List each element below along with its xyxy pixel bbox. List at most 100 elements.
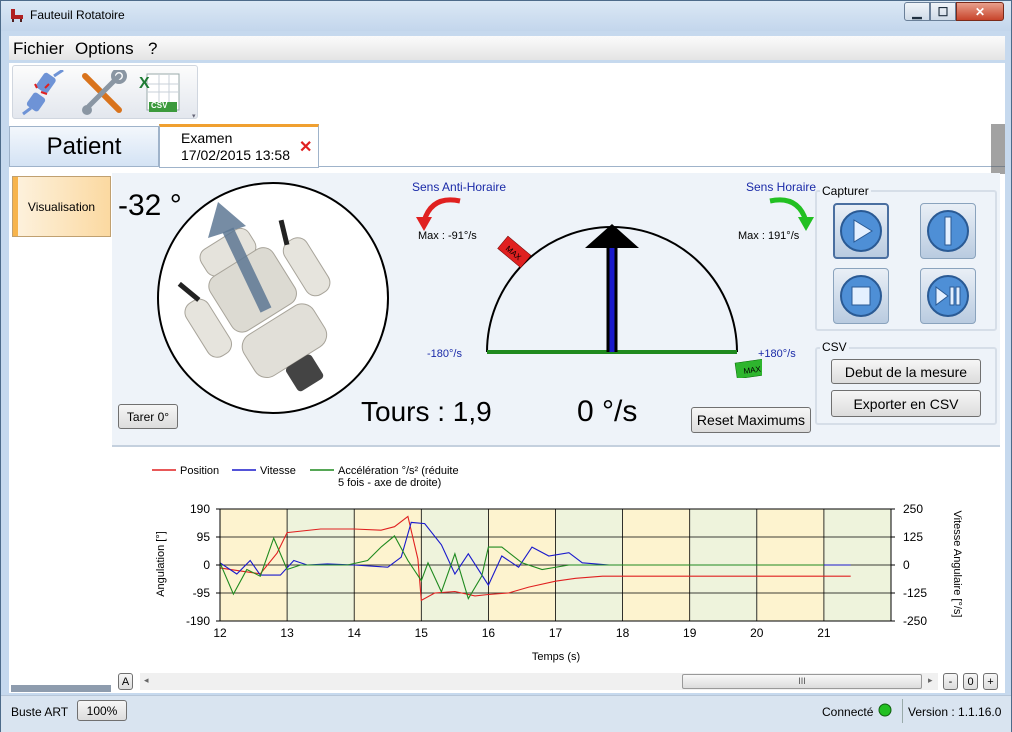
menu-help[interactable]: ? <box>148 39 157 59</box>
marker-button[interactable] <box>920 203 976 259</box>
marker-icon <box>927 210 969 252</box>
x-axis-label: Temps (s) <box>532 651 580 663</box>
ccw-label: Sens Anti-Horaire <box>412 180 507 194</box>
menu-bar: Fichier Options ? <box>9 36 1005 60</box>
tare-button[interactable]: Tarer 0° <box>118 404 178 429</box>
left-scale-label: -180°/s <box>427 348 462 360</box>
scroll-left-icon[interactable]: ◂ <box>144 675 149 686</box>
x-tick-label: 15 <box>415 626 429 640</box>
x-tick-label: 19 <box>683 626 697 640</box>
sidebar <box>9 168 112 693</box>
speed-readout: 0 °/s <box>577 395 638 428</box>
y-tick-label: -95 <box>193 586 211 600</box>
connection-led-icon <box>878 703 892 717</box>
speed-gauge: MAX MAX <box>486 224 762 378</box>
y2-tick-label: 250 <box>903 502 923 516</box>
x-tick-label: 13 <box>280 626 294 640</box>
y2-tick-label: -250 <box>903 614 927 628</box>
export-csv-button[interactable]: Exporter en CSV <box>831 390 981 417</box>
status-separator <box>902 699 903 723</box>
close-button[interactable]: ✕ <box>956 2 1004 21</box>
tab-examen[interactable]: Examen 17/02/2015 13:58 ✕ <box>159 124 319 168</box>
right-scale-label: +180°/s <box>758 348 796 360</box>
status-device-label: Buste ART <box>11 705 69 719</box>
chart-panel: Position Vitesse Accélération °/s² (rédu… <box>118 450 998 670</box>
zoom-reset-button[interactable]: 0 <box>963 673 978 690</box>
capture-group-label: Capturer <box>820 184 871 198</box>
connect-plug-icon[interactable] <box>21 70 67 116</box>
app-chair-icon <box>11 9 23 22</box>
x-tick-label: 18 <box>616 626 630 640</box>
sidebar-scrollbar[interactable] <box>11 685 111 692</box>
tools-icon[interactable] <box>79 70 127 118</box>
play-pause-icon <box>927 275 969 317</box>
csv-badge: CSV <box>151 101 168 110</box>
toolstrip-overflow-icon[interactable]: ▾ <box>192 112 196 120</box>
chart-legend: Position Vitesse Accélération °/s² (rédu… <box>152 465 459 489</box>
legend-vitesse: Vitesse <box>260 465 296 477</box>
capture-group: Capturer <box>815 184 997 331</box>
y-axis-label: Angulation [°] <box>155 531 167 597</box>
svg-text:X: X <box>139 75 150 92</box>
y2-axis-label: Vitesse Angulaire [°/s] <box>951 511 963 618</box>
cw-arrow-icon <box>769 197 814 231</box>
start-measure-button[interactable]: Debut de la mesure <box>831 359 981 384</box>
tab-close-icon[interactable]: ✕ <box>299 139 312 156</box>
chart-autoscale-button[interactable]: A <box>118 673 133 690</box>
x-tick-label: 20 <box>750 626 764 640</box>
y2-tick-label: -125 <box>903 586 927 600</box>
menu-fichier[interactable]: Fichier <box>13 39 64 59</box>
panel-divider <box>112 445 1000 447</box>
sidebar-item-visualisation[interactable]: Visualisation <box>12 176 111 237</box>
y-tick-label: 0 <box>203 558 210 572</box>
cw-label: Sens Horaire <box>746 180 817 194</box>
time-chart: Position Vitesse Accélération °/s² (rédu… <box>152 465 963 663</box>
zoom-level-button[interactable]: 100% <box>77 700 127 721</box>
status-bar: Buste ART 100% Connecté Version : 1.1.16… <box>1 695 1011 732</box>
menu-options[interactable]: Options <box>75 39 134 59</box>
play-pause-button[interactable] <box>920 268 976 324</box>
x-tick-label: 14 <box>348 626 362 640</box>
chair-position-view <box>157 182 389 414</box>
csv-group-label: CSV <box>820 340 849 354</box>
maximize-button[interactable]: ☐ <box>930 2 956 21</box>
minimize-button[interactable]: ▁ <box>904 2 930 21</box>
zoom-in-button[interactable]: + <box>983 673 998 690</box>
play-icon <box>840 210 882 252</box>
legend-acceleration: Accélération °/s² (réduite <box>338 465 459 477</box>
stop-icon <box>840 275 882 317</box>
chart-scrollbar[interactable]: ◂ III ▸ <box>140 673 938 690</box>
app-window: Fauteuil Rotatoire ▁ ☐ ✕ Fichier Options… <box>0 0 1012 732</box>
stop-button[interactable] <box>833 268 889 324</box>
legend-acceleration-line2: 5 fois - axe de droite) <box>338 477 441 489</box>
toolstrip: X CSV ▾ <box>12 65 198 120</box>
zoom-out-button[interactable]: - <box>943 673 958 690</box>
connection-label: Connecté <box>822 705 874 719</box>
version-label: Version : 1.1.16.0 <box>908 705 1002 719</box>
scroll-thumb[interactable]: III <box>682 674 922 689</box>
y2-tick-label: 0 <box>903 558 910 572</box>
x-tick-label: 21 <box>817 626 831 640</box>
csv-group: CSV Debut de la mesure Exporter en CSV <box>815 340 997 425</box>
tab-examen-title: Examen <box>181 130 233 146</box>
tab-strip-border <box>319 166 1005 167</box>
cw-max-marker: MAX <box>734 358 762 378</box>
tab-patient[interactable]: Patient <box>9 126 159 167</box>
ccw-arrow-icon <box>416 197 461 231</box>
y-tick-label: 95 <box>197 530 211 544</box>
y-tick-label: -190 <box>186 614 210 628</box>
play-button[interactable] <box>833 203 889 259</box>
window-title: Fauteuil Rotatoire <box>30 8 125 22</box>
tab-examen-date: 17/02/2015 13:58 <box>181 147 290 163</box>
title-bar: Fauteuil Rotatoire ▁ ☐ ✕ <box>1 1 1011 31</box>
x-tick-label: 12 <box>213 626 227 640</box>
tab-strip-scroll <box>991 124 1005 174</box>
scroll-right-icon[interactable]: ▸ <box>928 675 933 686</box>
x-tick-label: 17 <box>549 626 563 640</box>
tours-readout: Tours : 1,9 <box>361 396 492 427</box>
reset-maximums-button[interactable]: Reset Maximums <box>691 407 811 433</box>
csv-export-button[interactable]: X CSV <box>137 70 183 116</box>
legend-position: Position <box>180 465 219 477</box>
ccw-max-marker: MAX <box>497 235 532 269</box>
y2-tick-label: 125 <box>903 530 923 544</box>
